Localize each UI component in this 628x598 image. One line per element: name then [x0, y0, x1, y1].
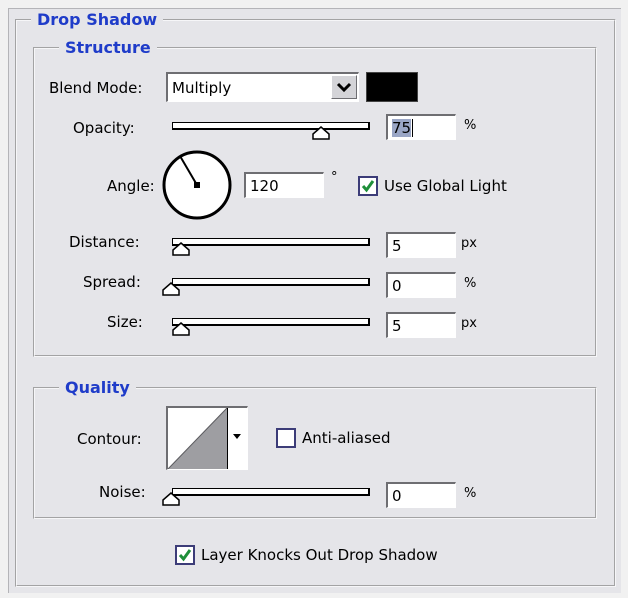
size-slider-thumb[interactable] — [172, 322, 190, 336]
distance-slider-track[interactable] — [172, 238, 370, 246]
opacity-input[interactable]: 75 — [386, 114, 456, 140]
distance-input[interactable]: 5 — [386, 232, 456, 258]
contour-label: Contour: — [77, 430, 142, 448]
noise-unit: % — [464, 486, 477, 501]
spread-slider-thumb[interactable] — [162, 282, 180, 296]
checkmark-icon — [361, 180, 375, 193]
checkmark-icon — [178, 549, 192, 562]
noise-slider-track[interactable] — [172, 488, 370, 496]
noise-input[interactable]: 0 — [386, 482, 456, 508]
opacity-label: Opacity: — [73, 119, 135, 137]
angle-label: Angle: — [107, 177, 155, 195]
caret-down-icon — [233, 434, 241, 439]
size-label: Size: — [107, 313, 143, 331]
use-global-light-label[interactable]: Use Global Light — [384, 177, 507, 195]
contour-dropdown-arrow[interactable] — [227, 408, 247, 469]
shadow-color-swatch[interactable] — [366, 72, 418, 102]
opacity-slider-track[interactable] — [172, 122, 370, 130]
distance-label: Distance: — [69, 233, 140, 251]
drop-shadow-panel: Drop Shadow Structure Blend Mode: Multip… — [8, 8, 621, 593]
opacity-unit: % — [464, 118, 477, 133]
angle-dial[interactable] — [161, 149, 233, 221]
blend-mode-label: Blend Mode: — [49, 79, 143, 97]
size-slider-track[interactable] — [172, 318, 370, 326]
structure-legend: Structure — [59, 39, 157, 57]
contour-preview — [168, 408, 227, 469]
spread-slider-track[interactable] — [172, 278, 370, 286]
spread-unit: % — [464, 276, 477, 291]
blend-mode-value: Multiply — [172, 79, 232, 97]
anti-aliased-label[interactable]: Anti-aliased — [302, 429, 391, 447]
angle-input[interactable]: 120 — [244, 172, 324, 198]
anti-aliased-checkbox[interactable] — [276, 428, 296, 448]
drop-shadow-title: Drop Shadow — [31, 11, 164, 29]
noise-label: Noise: — [99, 483, 146, 501]
distance-unit: px — [461, 236, 477, 251]
noise-slider-thumb[interactable] — [162, 492, 180, 506]
size-input[interactable]: 5 — [386, 312, 456, 338]
use-global-light-checkbox[interactable] — [358, 176, 378, 196]
size-unit: px — [461, 316, 477, 331]
contour-picker[interactable] — [166, 406, 248, 470]
spread-label: Spread: — [83, 273, 141, 291]
distance-slider-thumb[interactable] — [172, 242, 190, 256]
opacity-slider-thumb[interactable] — [312, 126, 330, 140]
blend-mode-dropdown[interactable]: Multiply — [166, 72, 359, 102]
layer-knocks-out-label[interactable]: Layer Knocks Out Drop Shadow — [201, 546, 438, 564]
layer-knocks-out-checkbox[interactable] — [175, 545, 195, 565]
spread-input[interactable]: 0 — [386, 272, 456, 298]
chevron-down-icon[interactable] — [331, 75, 357, 99]
angle-unit: ° — [331, 170, 338, 185]
quality-legend: Quality — [59, 379, 136, 397]
